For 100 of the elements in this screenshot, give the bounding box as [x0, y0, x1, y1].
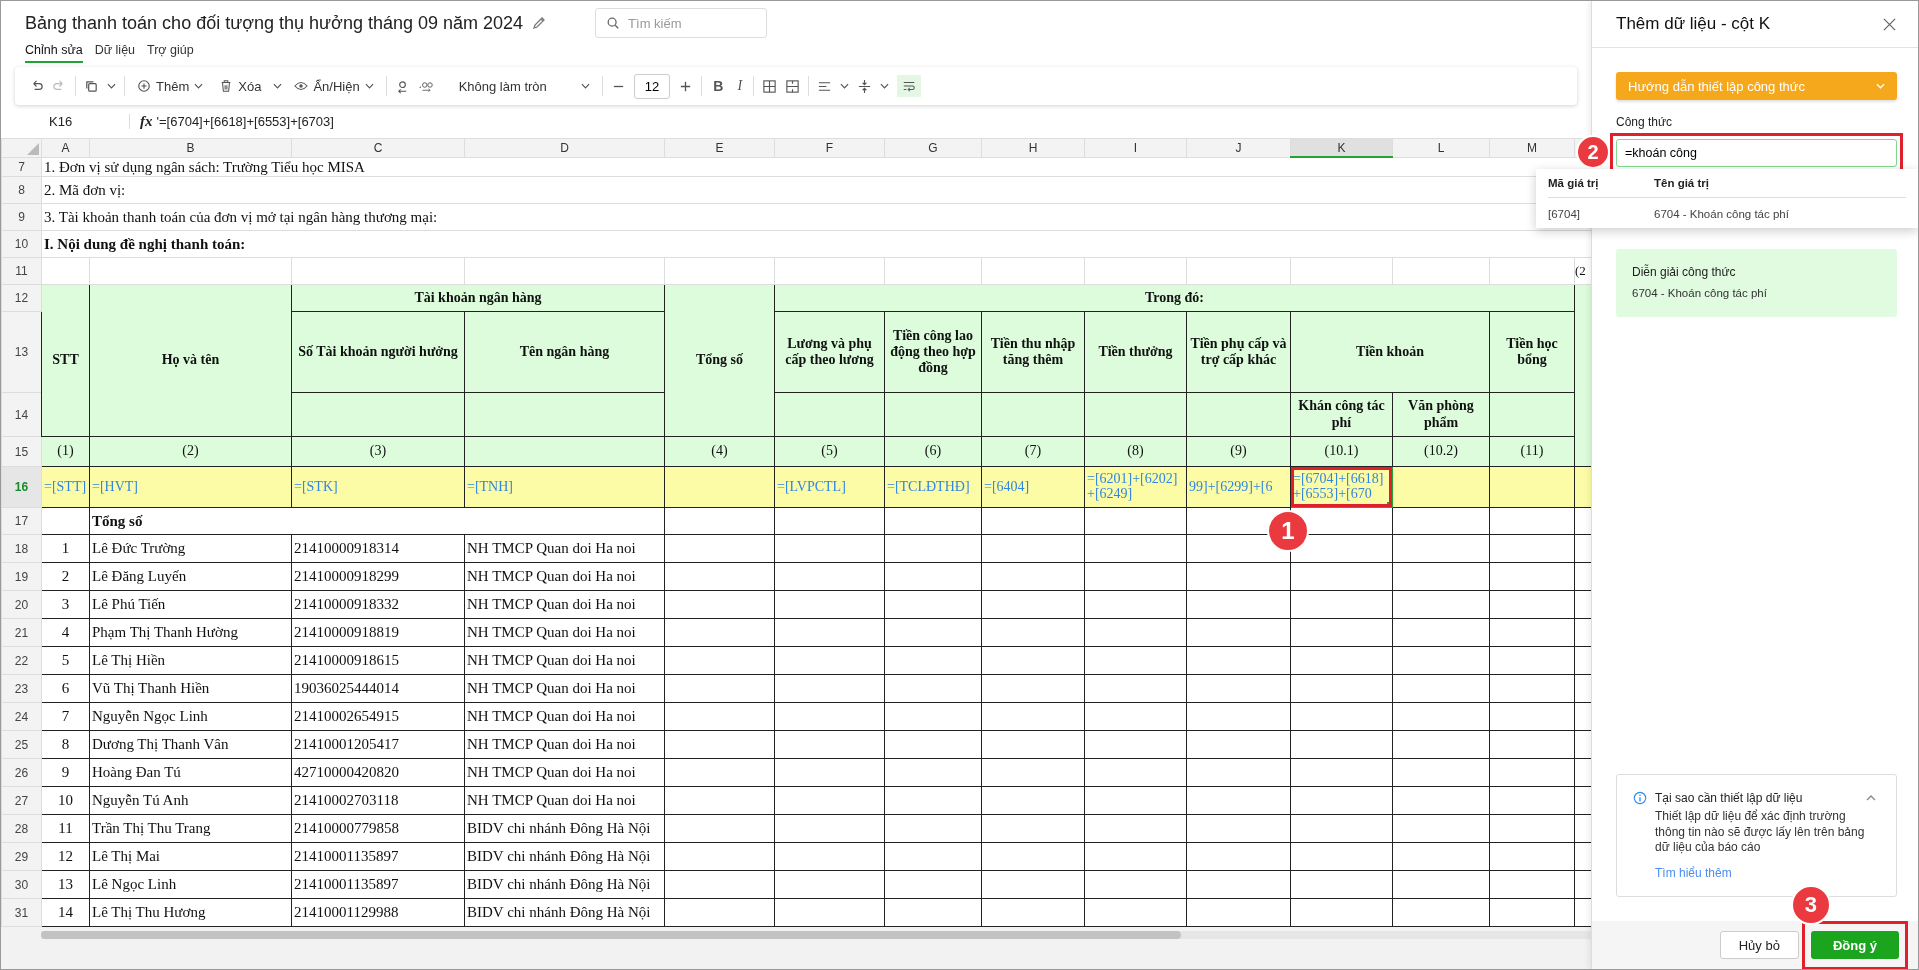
row-number: 7: [1, 157, 42, 177]
rounding-dropdown[interactable]: Không làm tròn: [440, 76, 594, 96]
table-cell: BIDV chi nhánh Đông Hà Nội: [464, 814, 665, 843]
row-number: 17: [1, 507, 42, 535]
formula-text[interactable]: '=[6704]+[6618]+[6553]+[6703]: [156, 113, 334, 129]
row-number: 30: [1, 870, 42, 899]
sheet-text: 1. Đơn vị sử dụng ngân sách: Trường Tiểu học MISA: [44, 158, 365, 175]
suggestion-name[interactable]: 6704 - Khoán công tác phí: [1654, 208, 1789, 220]
font-size-field[interactable]: 12: [633, 73, 671, 99]
menu-tab[interactable]: Trợ giúp: [147, 43, 194, 63]
column-header[interactable]: I: [1084, 138, 1187, 157]
table-cell: 13: [41, 870, 90, 899]
caret-icon[interactable]: [107, 83, 116, 89]
column-header[interactable]: L: [1392, 138, 1490, 157]
row-number: 9: [1, 203, 42, 231]
table-cell: 2: [41, 562, 90, 591]
column-header[interactable]: F: [774, 138, 885, 157]
header-cell: Lương và phụ cấp theo lương: [774, 311, 885, 393]
header-cell: Văn phòng phẩm: [1392, 392, 1490, 437]
table-cell: Lê Thị Hiền: [89, 646, 292, 675]
table-cell: Nguyễn Tú Anh: [89, 786, 292, 815]
column-header[interactable]: M: [1489, 138, 1575, 157]
row-number: 23: [1, 674, 42, 703]
table-cell: NH TMCP Quan doi Ha noi: [464, 590, 665, 619]
merge-cells-icon[interactable]: [785, 78, 801, 94]
header-cell: (9): [1186, 436, 1291, 467]
header-cell: Tài khoản ngân hàng: [291, 284, 665, 312]
formula-cell[interactable]: =[6704]+[6618]+[6553]+[670: [1290, 466, 1393, 508]
info-title: Tại sao cần thiết lập dữ liệu: [1655, 791, 1804, 806]
formula-cell[interactable]: =[6201]+[6202]+[6249]: [1084, 466, 1187, 508]
table-cell: 21410001129988: [291, 898, 465, 927]
column-header[interactable]: K: [1290, 138, 1393, 157]
vertical-align-icon[interactable]: [857, 78, 873, 94]
show-hide-button[interactable]: Ẩn/Hiện: [290, 76, 378, 96]
formula-cell[interactable]: =[6404]: [981, 466, 1085, 508]
bold-button[interactable]: B: [710, 78, 727, 94]
column-header[interactable]: E: [664, 138, 775, 157]
table-cell: 21410002703118: [291, 786, 465, 815]
cancel-button[interactable]: Hủy bỏ: [1719, 931, 1799, 959]
formula-cell[interactable]: =[TNH]: [464, 466, 665, 508]
table-cell: BIDV chi nhánh Đông Hà Nội: [464, 898, 665, 927]
table-cell: BIDV chi nhánh Đông Hà Nội: [464, 870, 665, 899]
caret-icon[interactable]: [273, 83, 283, 89]
header-cell: (10.1): [1290, 436, 1393, 467]
table-cell: 3: [41, 590, 90, 619]
table-cell[interactable]: [1392, 466, 1490, 508]
row-number: 18: [1, 534, 42, 563]
wrap-text-button[interactable]: [897, 75, 922, 97]
header-cell: Tiền thu nhập tăng thêm: [981, 311, 1085, 393]
table-cell: NH TMCP Quan doi Ha noi: [464, 786, 665, 815]
table-cell: 6: [41, 674, 90, 703]
column-header[interactable]: A: [41, 138, 90, 157]
caret-icon[interactable]: [840, 83, 850, 89]
borders-icon[interactable]: [762, 78, 778, 94]
header-cell: (4): [664, 436, 775, 467]
field-label: Công thức: [1616, 115, 1674, 129]
cell-reference: K16: [1, 113, 130, 129]
column-header[interactable]: B: [89, 138, 292, 157]
table-cell: NH TMCP Quan doi Ha noi: [464, 618, 665, 647]
table-cell: 21410001135897: [291, 870, 465, 899]
table-cell[interactable]: [1489, 466, 1575, 508]
column-header[interactable]: H: [981, 138, 1085, 157]
table-cell: 7: [41, 702, 90, 731]
row-number: 16: [1, 466, 42, 508]
caret-icon[interactable]: [880, 83, 890, 89]
caret-icon: [194, 83, 204, 89]
horizontal-scrollbar[interactable]: [41, 931, 1591, 939]
table-cell: Lê Đăng Luyến: [89, 562, 292, 591]
table-cell: Nguyễn Ngọc Linh: [89, 702, 292, 731]
delete-button[interactable]: Xóa: [215, 76, 266, 96]
table-cell: 21410000918299: [291, 562, 465, 591]
formula-cell[interactable]: =[TCLĐTHĐ]: [884, 466, 982, 508]
menu-tab[interactable]: Dữ liệu: [94, 43, 136, 63]
formula-cell[interactable]: =[LVPCTL]: [774, 466, 885, 508]
column-header[interactable]: C: [291, 138, 465, 157]
document-title: Bảng thanh toán cho đối tượng thụ hưởng tháng 09 năm 2024: [25, 12, 524, 34]
italic-button[interactable]: I: [734, 78, 746, 94]
add-button[interactable]: Thêm: [133, 76, 208, 96]
row-number: 28: [1, 814, 42, 843]
formula-cell[interactable]: =[STT]: [41, 466, 90, 508]
suggestion-code[interactable]: [6704]: [1548, 208, 1654, 220]
close-icon[interactable]: [1882, 16, 1897, 32]
chevron-up-icon[interactable]: [1866, 795, 1876, 802]
column-header[interactable]: D: [464, 138, 665, 157]
column-header[interactable]: G: [884, 138, 982, 157]
function-label: fx: [139, 112, 154, 130]
header-cell: (2): [89, 436, 292, 467]
table-cell: NH TMCP Quan doi Ha noi: [464, 646, 665, 675]
table-cell[interactable]: [664, 466, 775, 508]
formula-cell[interactable]: 99]+[6299]+[6: [1186, 466, 1291, 508]
formula-input[interactable]: =khoán công: [1616, 139, 1897, 167]
panel-title: Thêm dữ liệu - cột K: [1616, 14, 1771, 34]
table-cell: NH TMCP Quan doi Ha noi: [464, 730, 665, 759]
row-number: 13: [1, 311, 42, 393]
row-number: 26: [1, 758, 42, 787]
menu-tab[interactable]: Chỉnh sửa: [25, 43, 83, 63]
formula-cell[interactable]: =[HVT]: [89, 466, 292, 508]
formula-cell[interactable]: =[STK]: [291, 466, 465, 508]
column-header[interactable]: J: [1186, 138, 1291, 157]
copy-icon[interactable]: [84, 78, 99, 94]
